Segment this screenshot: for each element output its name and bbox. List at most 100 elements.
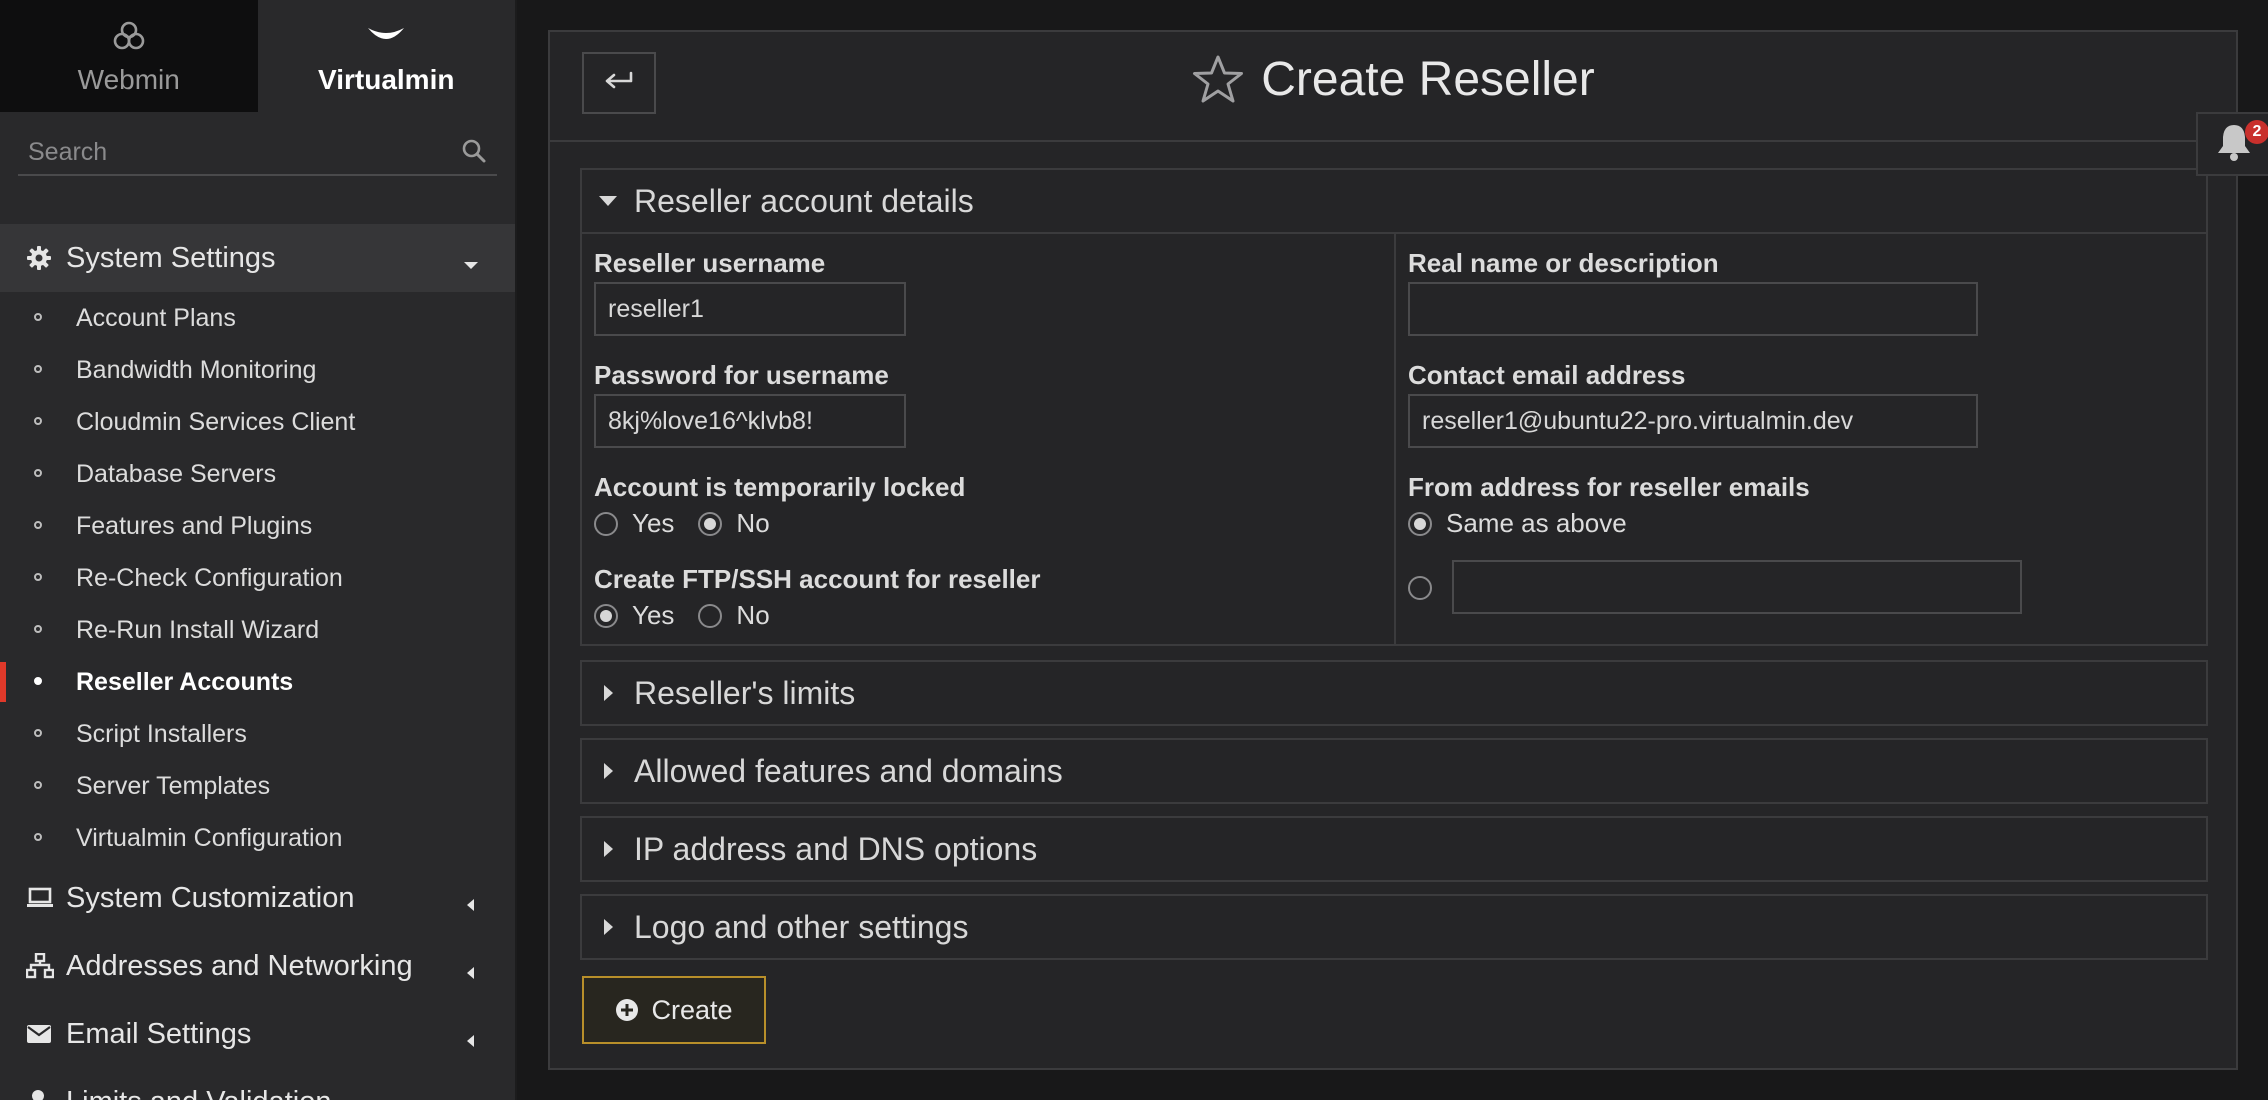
username-label: Reseller username xyxy=(594,248,826,278)
from-custom-radio[interactable] xyxy=(1408,576,1432,600)
sidebar-category-system-settings[interactable]: System Settings xyxy=(0,224,515,292)
main-panel: Create Reseller Reseller account details… xyxy=(548,30,2238,1070)
plus-circle-icon xyxy=(615,998,639,1022)
bullet-icon xyxy=(34,365,42,373)
sidebar-item-bandwidth-monitoring[interactable]: Bandwidth Monitoring xyxy=(0,344,515,396)
sidebar-category-addresses-and-networking[interactable]: Addresses and Networking xyxy=(0,932,515,1000)
virtualmin-switch-label: Virtualmin xyxy=(318,64,455,95)
section-ip-dns-options: IP address and DNS options xyxy=(580,816,2208,882)
caret-left-icon xyxy=(463,1024,479,1057)
caret-left-icon xyxy=(463,1092,479,1100)
section-toggle-allowed-features[interactable]: Allowed features and domains xyxy=(582,740,2206,802)
sidebar-item-label: Re-Check Configuration xyxy=(76,563,343,592)
password-label: Password for username xyxy=(594,360,889,390)
page-title: Create Reseller xyxy=(550,52,2236,107)
search-input[interactable] xyxy=(18,137,497,167)
from-custom-input[interactable] xyxy=(1452,560,2022,614)
webmin-logo-icon xyxy=(112,16,146,56)
section-title: Allowed features and domains xyxy=(634,752,1063,789)
virtualmin-logo-icon xyxy=(366,16,406,56)
sidebar-item-rerun-install-wizard[interactable]: Re-Run Install Wizard xyxy=(0,604,515,656)
realname-input[interactable] xyxy=(1408,282,1978,336)
sidebar-item-label: Script Installers xyxy=(76,719,247,748)
create-button-label: Create xyxy=(651,994,733,1025)
locked-radio-group: Yes No xyxy=(594,508,794,539)
webmin-switch-label: Webmin xyxy=(77,64,180,95)
caret-left-icon xyxy=(463,956,479,989)
caret-right-icon xyxy=(582,683,634,703)
form-left-column: Reseller username Password for username … xyxy=(582,234,1396,644)
caret-right-icon xyxy=(582,917,634,937)
caret-down-icon xyxy=(582,194,634,208)
sidebar-search xyxy=(18,130,497,176)
ftp-yes-radio[interactable] xyxy=(594,603,618,628)
sidebar-item-server-templates[interactable]: Server Templates xyxy=(0,760,515,812)
realname-label: Real name or description xyxy=(1408,248,1719,278)
sidebar-item-features-and-plugins[interactable]: Features and Plugins xyxy=(0,500,515,552)
caret-left-icon xyxy=(463,888,479,921)
account-details-form: Reseller username Password for username … xyxy=(582,232,2206,644)
sidebar-category-email-settings[interactable]: Email Settings xyxy=(0,1000,515,1068)
sidebar-item-label: Re-Run Install Wizard xyxy=(76,615,320,644)
sidebar-item-label: Features and Plugins xyxy=(76,511,313,540)
form-right-column: Real name or description Contact email a… xyxy=(1396,234,2206,644)
envelope-icon xyxy=(26,1024,66,1044)
sidebar-item-reseller-accounts[interactable]: Reseller Accounts xyxy=(0,656,515,708)
sidebar-item-virtualmin-configuration[interactable]: Virtualmin Configuration xyxy=(0,812,515,864)
product-switch: Webmin Virtualmin xyxy=(0,0,515,112)
sidebar-item-script-installers[interactable]: Script Installers xyxy=(0,708,515,760)
gear-icon xyxy=(26,245,66,271)
sidebar-item-label: Bandwidth Monitoring xyxy=(76,355,317,384)
email-label: Contact email address xyxy=(1408,360,1686,390)
caret-down-icon xyxy=(463,248,479,281)
locked-no-label: No xyxy=(736,508,770,538)
bullet-icon xyxy=(34,625,42,633)
username-input[interactable] xyxy=(594,282,906,336)
sidebar-item-cloudmin-services-client[interactable]: Cloudmin Services Client xyxy=(0,396,515,448)
sidebar-item-database-servers[interactable]: Database Servers xyxy=(0,448,515,500)
locked-label: Account is temporarily locked xyxy=(594,472,966,502)
create-button[interactable]: Create xyxy=(582,976,766,1044)
section-title: Logo and other settings xyxy=(634,908,969,945)
star-icon[interactable] xyxy=(1191,54,1245,106)
caret-right-icon xyxy=(582,839,634,859)
password-input[interactable] xyxy=(594,394,906,448)
sidebar-item-recheck-configuration[interactable]: Re-Check Configuration xyxy=(0,552,515,604)
sidebar: Webmin Virtualmin Search System Settings… xyxy=(0,0,517,1100)
ftp-no-radio[interactable] xyxy=(698,603,723,628)
search-icon[interactable] xyxy=(461,138,487,169)
virtualmin-switch-button[interactable]: Virtualmin xyxy=(257,0,515,112)
ftp-yes-label: Yes xyxy=(632,600,675,630)
section-toggle-logo-settings[interactable]: Logo and other settings xyxy=(582,896,2206,958)
section-toggle-ip-dns[interactable]: IP address and DNS options xyxy=(582,818,2206,880)
email-input[interactable] xyxy=(1408,394,1978,448)
bullet-icon xyxy=(34,677,42,685)
user-icon xyxy=(26,1089,66,1100)
from-same-option: Same as above xyxy=(1408,508,1651,539)
from-same-radio[interactable] xyxy=(1408,511,1432,536)
bullet-icon xyxy=(34,833,42,841)
sidebar-category-system-customization[interactable]: System Customization xyxy=(0,864,515,932)
locked-yes-radio[interactable] xyxy=(594,511,618,536)
sidebar-category-limits-and-validation[interactable]: Limits and Validation xyxy=(0,1068,515,1100)
section-toggle-resellers-limits[interactable]: Reseller's limits xyxy=(582,662,2206,724)
locked-no-radio[interactable] xyxy=(698,511,723,536)
section-title: IP address and DNS options xyxy=(634,830,1038,867)
bullet-icon xyxy=(34,469,42,477)
section-logo-settings: Logo and other settings xyxy=(580,894,2208,960)
sidebar-item-account-plans[interactable]: Account Plans xyxy=(0,292,515,344)
page-title-text: Create Reseller xyxy=(1261,53,1595,106)
bullet-icon xyxy=(34,781,42,789)
bullet-icon xyxy=(34,521,42,529)
webmin-switch-button[interactable]: Webmin xyxy=(0,0,258,112)
section-resellers-limits: Reseller's limits xyxy=(580,660,2208,726)
sidebar-category-label: System Customization xyxy=(66,881,355,914)
section-allowed-features: Allowed features and domains xyxy=(580,738,2208,804)
sidebar-item-label: Reseller Accounts xyxy=(76,667,294,696)
section-toggle-account-details[interactable]: Reseller account details xyxy=(582,170,2206,232)
sidebar-item-label: Cloudmin Services Client xyxy=(76,407,356,436)
panel-header: Create Reseller xyxy=(550,32,2236,142)
sidebar-item-label: Database Servers xyxy=(76,459,277,488)
bullet-icon xyxy=(34,417,42,425)
bullet-icon xyxy=(34,729,42,737)
